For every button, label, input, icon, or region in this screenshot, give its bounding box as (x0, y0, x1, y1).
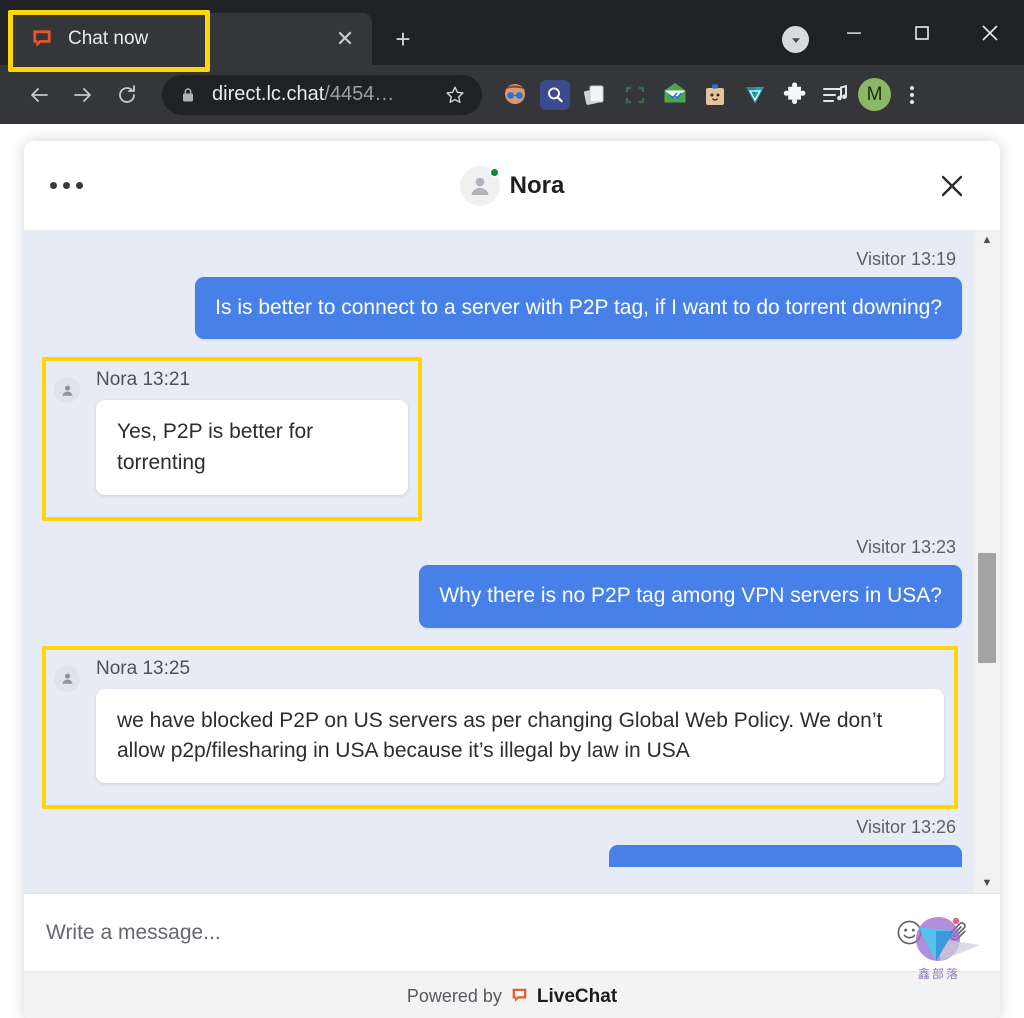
extension-triangle-drop-icon[interactable] (740, 80, 770, 110)
livechat-widget: Nora Visitor 13:19 Is is better to conne… (24, 141, 1000, 1018)
window-maximize-button[interactable] (888, 0, 956, 65)
tab-strip: Chat now ✕ + (0, 0, 428, 65)
agent-message-body: Nora 13:21 Yes, P2P is better for torren… (96, 369, 408, 496)
message-input[interactable] (46, 920, 894, 945)
page-title: Nora (509, 171, 565, 199)
url-path: /4454… (324, 83, 395, 105)
chat-agent-identity: Nora (24, 165, 1000, 206)
livechat-brand-label: LiveChat (536, 985, 618, 1007)
agent-block: Nora 13:21 Yes, P2P is better for torren… (54, 369, 408, 496)
paperclip-icon[interactable] (944, 918, 974, 948)
message-list[interactable]: Visitor 13:19 Is is better to connect to… (24, 231, 1000, 893)
smiley-icon[interactable] (894, 918, 924, 948)
tab-close-icon[interactable]: ✕ (330, 24, 360, 54)
message-meta: Nora 13:21 (96, 369, 191, 391)
extension-mail-check-icon[interactable] (660, 80, 690, 110)
visitor-bubble-wrap: Why there is no P2P tag among VPN server… (42, 565, 962, 628)
chevron-down-icon[interactable] (782, 26, 809, 53)
message-meta: Nora 13:25 (96, 657, 191, 679)
ellipsis-icon[interactable] (50, 166, 102, 206)
message-bubble: Why there is no P2P tag among VPN server… (419, 565, 962, 628)
extension-clipboard-face-icon[interactable] (700, 80, 730, 110)
window-close-button[interactable] (956, 0, 1024, 65)
page-content: Nora Visitor 13:19 Is is better to conne… (0, 124, 1024, 1018)
new-tab-button[interactable]: + (378, 17, 428, 61)
scroll-up-arrow-icon[interactable]: ▲ (982, 235, 993, 246)
extension-puzzle-piece-icon[interactable] (780, 80, 810, 110)
message-row-visitor-partial: Visitor 13:26 (42, 817, 962, 868)
message-composer: 鑫部落 (24, 893, 1000, 981)
forward-icon[interactable] (62, 74, 104, 116)
window-minimize-button[interactable] (820, 0, 888, 65)
message-meta: Visitor 13:23 (856, 537, 956, 558)
chat-footer: Powered by LiveChat (24, 971, 1000, 1018)
kebab-menu-icon[interactable] (897, 78, 927, 112)
composer-actions (894, 918, 974, 948)
url-origin: direct.lc.chat (212, 83, 325, 105)
message-row-visitor: Visitor 13:19 Is is better to connect to… (42, 249, 962, 340)
scrollbar[interactable]: ▲ ▼ (974, 231, 1000, 893)
message-row-agent-highlighted: Nora 13:21 Yes, P2P is better for torren… (42, 357, 422, 522)
profile-avatar[interactable]: M (858, 78, 891, 111)
avatar (54, 665, 80, 692)
message-row-visitor: Visitor 13:23 Why there is no P2P tag am… (42, 537, 962, 628)
online-status-dot (488, 166, 500, 178)
message-meta: Visitor 13:19 (856, 249, 956, 269)
scroll-down-arrow-icon[interactable]: ▼ (982, 878, 993, 889)
scrollbar-thumb[interactable] (978, 553, 996, 663)
extension-pages-icon[interactable] (580, 80, 610, 110)
browser-window: Chat now ✕ + direct.lc.chat/4454… M Nora… (0, 0, 1024, 1018)
message-bubble: Is is better to connect to a server with… (195, 277, 962, 340)
browser-titlebar: Chat now ✕ + (0, 0, 1024, 72)
visitor-bubble-wrap: Is is better to connect to a server with… (42, 277, 962, 340)
extension-capture-frame-icon[interactable] (620, 80, 650, 110)
extension-search-magnifier-icon[interactable] (540, 79, 570, 110)
extension-playlist-music-icon[interactable] (820, 80, 850, 110)
bookmark-star-icon[interactable] (440, 84, 470, 106)
back-icon[interactable] (18, 74, 60, 116)
chat-header: Nora (24, 141, 1000, 231)
message-row-agent-highlighted: Nora 13:25 we have blocked P2P on US ser… (42, 645, 958, 810)
extension-icons (500, 79, 850, 110)
avatar (54, 377, 80, 404)
powered-by-label: Powered by (406, 986, 502, 1006)
message-bubble: we have blocked P2P on US servers as per… (96, 688, 944, 784)
reload-icon[interactable] (106, 74, 148, 116)
address-bar[interactable]: direct.lc.chat/4454… (162, 74, 482, 115)
close-icon[interactable] (930, 164, 974, 208)
message-meta: Visitor 13:26 (856, 817, 956, 838)
browser-toolbar: direct.lc.chat/4454… M (0, 65, 1024, 124)
window-controls (820, 0, 1024, 65)
browser-tab-chat-now[interactable]: Chat now ✕ (12, 13, 372, 65)
message-bubble-partial (609, 845, 962, 868)
avatar (459, 165, 500, 206)
extension-face-glasses-icon[interactable] (500, 80, 530, 110)
lock-icon (180, 86, 196, 104)
livechat-speech-bubble-icon (30, 27, 54, 51)
address-bar-url: direct.lc.chat/4454… (212, 83, 440, 106)
livechat-speech-bubble-icon (510, 986, 529, 1007)
scrollbar-track[interactable] (974, 253, 1000, 871)
agent-message-body: Nora 13:25 we have blocked P2P on US ser… (96, 658, 944, 784)
tab-title: Chat now (68, 28, 149, 49)
agent-block: Nora 13:25 we have blocked P2P on US ser… (54, 658, 944, 784)
message-bubble: Yes, P2P is better for torrenting (96, 400, 408, 496)
